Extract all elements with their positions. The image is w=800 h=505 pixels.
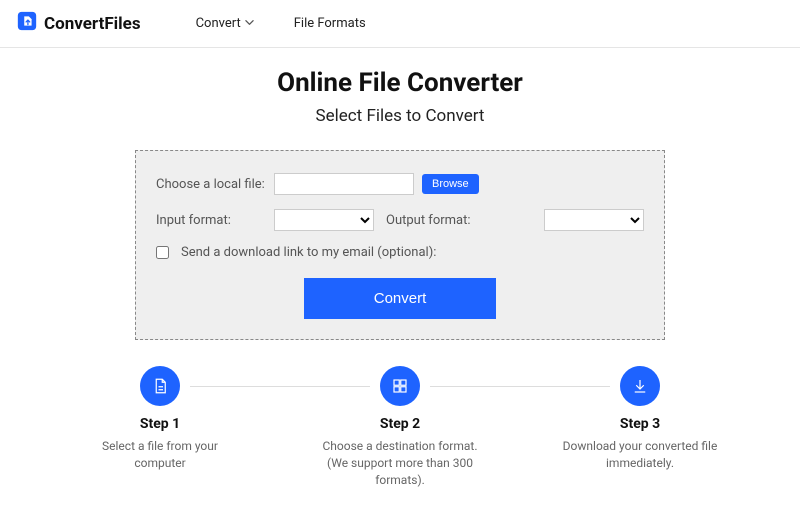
step-title: Step 2 bbox=[310, 416, 490, 432]
page-title: Online File Converter bbox=[0, 68, 800, 98]
convert-button[interactable]: Convert bbox=[304, 278, 497, 319]
email-checkbox[interactable] bbox=[156, 246, 169, 259]
local-file-input[interactable] bbox=[274, 173, 414, 195]
step-desc: Download your converted file immediately… bbox=[550, 438, 730, 472]
step-title: Step 1 bbox=[70, 416, 250, 432]
convert-form: Choose a local file: Browse Input format… bbox=[135, 150, 665, 340]
nav-item-convert[interactable]: Convert bbox=[196, 16, 254, 31]
input-format-label: Input format: bbox=[156, 213, 266, 228]
row-formats: Input format: Output format: bbox=[156, 209, 644, 231]
brand-logo[interactable]: ConvertFiles bbox=[16, 10, 141, 37]
step-1: Step 1 Select a file from your computer bbox=[70, 366, 250, 488]
download-icon bbox=[620, 366, 660, 406]
step-title: Step 3 bbox=[550, 416, 730, 432]
step-2: Step 2 Choose a destination format. (We … bbox=[310, 366, 490, 488]
chevron-down-icon bbox=[245, 16, 254, 31]
local-file-label: Choose a local file: bbox=[156, 177, 266, 192]
nav-item-label: File Formats bbox=[294, 16, 366, 31]
file-icon bbox=[140, 366, 180, 406]
browse-button[interactable]: Browse bbox=[422, 174, 479, 194]
top-nav: ConvertFiles Convert File Formats bbox=[0, 0, 800, 48]
row-email: Send a download link to my email (option… bbox=[156, 245, 644, 260]
page-subtitle: Select Files to Convert bbox=[0, 106, 800, 126]
email-checkbox-label: Send a download link to my email (option… bbox=[181, 245, 436, 260]
brand-name: ConvertFiles bbox=[44, 14, 141, 34]
input-format-select[interactable] bbox=[274, 209, 374, 231]
hero: Online File Converter Select Files to Co… bbox=[0, 48, 800, 136]
steps: Step 1 Select a file from your computer … bbox=[0, 366, 800, 488]
grid-icon bbox=[380, 366, 420, 406]
logo-icon bbox=[16, 10, 38, 37]
step-desc: Select a file from your computer bbox=[70, 438, 250, 472]
output-format-select[interactable] bbox=[544, 209, 644, 231]
row-local-file: Choose a local file: Browse bbox=[156, 173, 644, 195]
nav-item-label: Convert bbox=[196, 16, 241, 31]
nav-item-file-formats[interactable]: File Formats bbox=[294, 16, 366, 31]
step-desc: Choose a destination format. (We support… bbox=[310, 438, 490, 488]
step-3: Step 3 Download your converted file imme… bbox=[550, 366, 730, 488]
output-format-label: Output format: bbox=[386, 213, 471, 228]
